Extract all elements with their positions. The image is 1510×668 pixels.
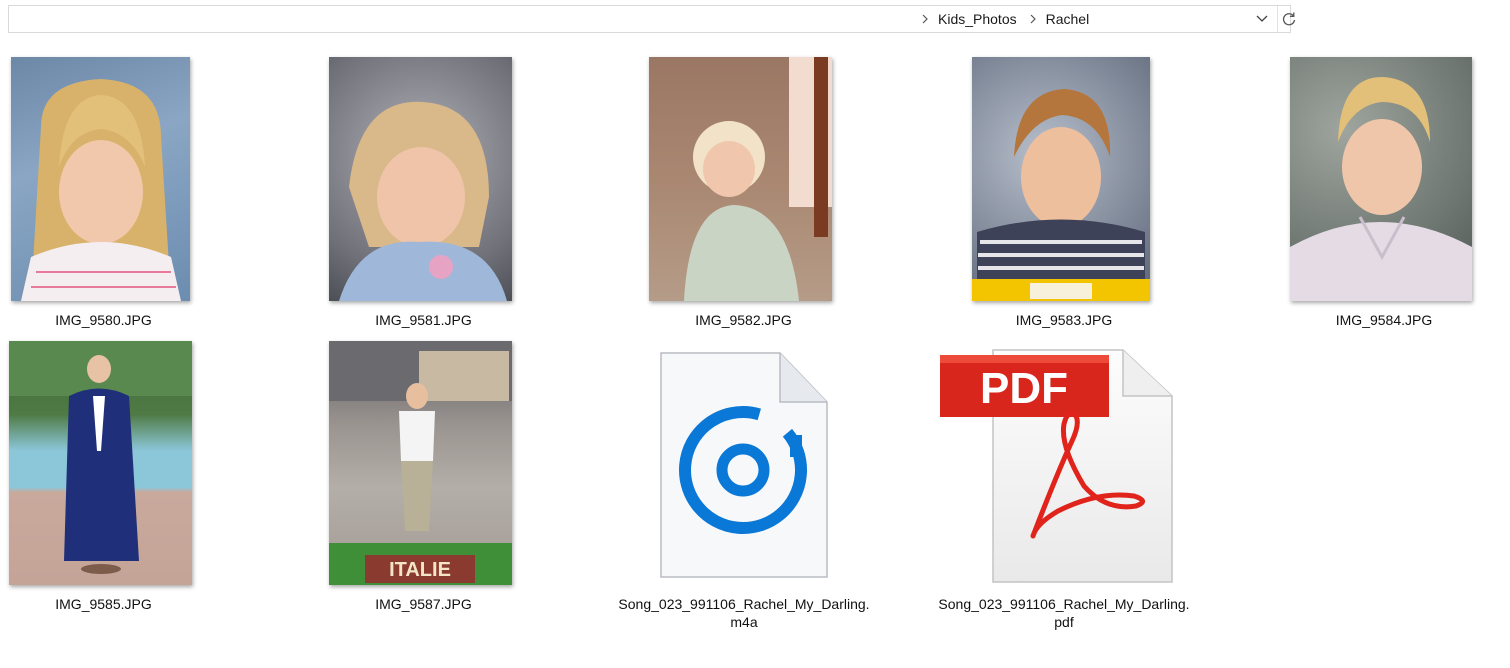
breadcrumb-item-kids-photos[interactable]: Kids_Photos	[938, 11, 1017, 27]
file-name: IMG_9585.JPG	[55, 596, 152, 612]
file-name-line2: m4a	[730, 614, 758, 630]
photo-thumbnail	[329, 57, 512, 301]
photo-caption-text: ITALIE	[389, 559, 451, 581]
file-name-line2: pdf	[1054, 614, 1074, 630]
file-name: Song_023_991106_Rachel_My_Darling. pdf	[924, 595, 1204, 631]
groove-music-icon	[658, 350, 830, 580]
photo-thumbnail	[9, 341, 192, 585]
address-history-dropdown[interactable]	[1252, 9, 1272, 29]
chevron-right-icon	[1029, 14, 1037, 24]
photo-thumbnail: ITALIE	[329, 341, 512, 585]
file-name: IMG_9584.JPG	[1335, 312, 1433, 328]
photo-thumbnail	[1290, 57, 1472, 301]
file-name-line1: Song_023_991106_Rachel_My_Darling.	[938, 596, 1190, 612]
chevron-right-icon	[921, 14, 929, 24]
file-name: IMG_9583.JPG	[1015, 312, 1113, 328]
file-name: IMG_9587.JPG	[375, 596, 472, 612]
file-name-line1: Song_023_991106_Rachel_My_Darling.	[618, 596, 870, 612]
address-bar[interactable]: Kids_Photos Rachel	[8, 5, 1296, 33]
breadcrumb-item-rachel[interactable]: Rachel	[1046, 11, 1090, 27]
photo-thumbnail	[11, 57, 190, 301]
file-name: Song_023_991106_Rachel_My_Darling. m4a	[604, 595, 884, 631]
breadcrumb: Kids_Photos Rachel	[921, 6, 1101, 32]
chevron-down-icon	[1256, 15, 1268, 22]
pdf-badge-text: PDF	[980, 364, 1068, 413]
file-name: IMG_9582.JPG	[695, 312, 792, 328]
file-name: IMG_9581.JPG	[375, 312, 472, 328]
file-name: IMG_9580.JPG	[55, 312, 152, 328]
photo-thumbnail	[649, 57, 832, 301]
refresh-icon	[1282, 12, 1296, 26]
address-divider	[1277, 6, 1278, 32]
refresh-button[interactable]	[1280, 9, 1298, 29]
photo-thumbnail	[972, 57, 1150, 301]
pdf-icon: PDF	[938, 346, 1178, 586]
